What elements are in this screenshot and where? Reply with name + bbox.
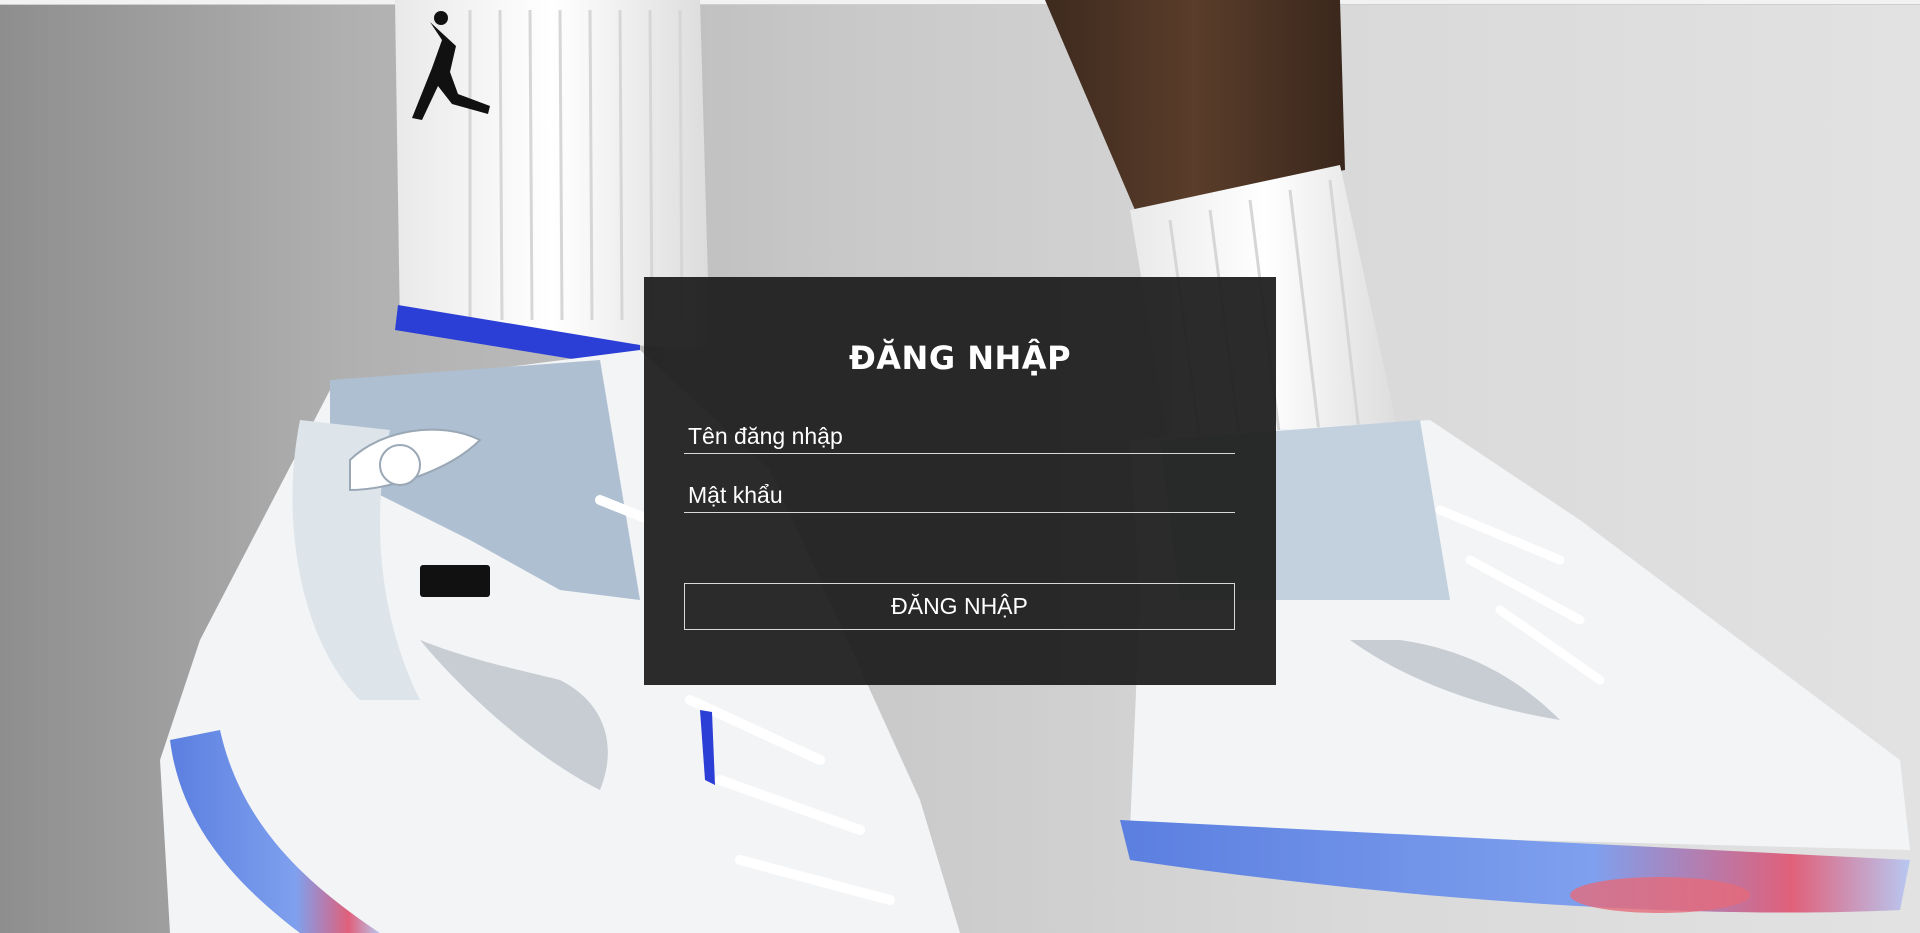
- login-panel: ĐĂNG NHẬP ĐĂNG NHẬP: [644, 277, 1276, 685]
- username-input[interactable]: [684, 420, 1235, 454]
- login-page: ĐĂNG NHẬP ĐĂNG NHẬP: [0, 0, 1920, 933]
- login-button[interactable]: ĐĂNG NHẬP: [684, 583, 1235, 630]
- password-input[interactable]: [684, 479, 1235, 513]
- login-title: ĐĂNG NHẬP: [848, 339, 1072, 377]
